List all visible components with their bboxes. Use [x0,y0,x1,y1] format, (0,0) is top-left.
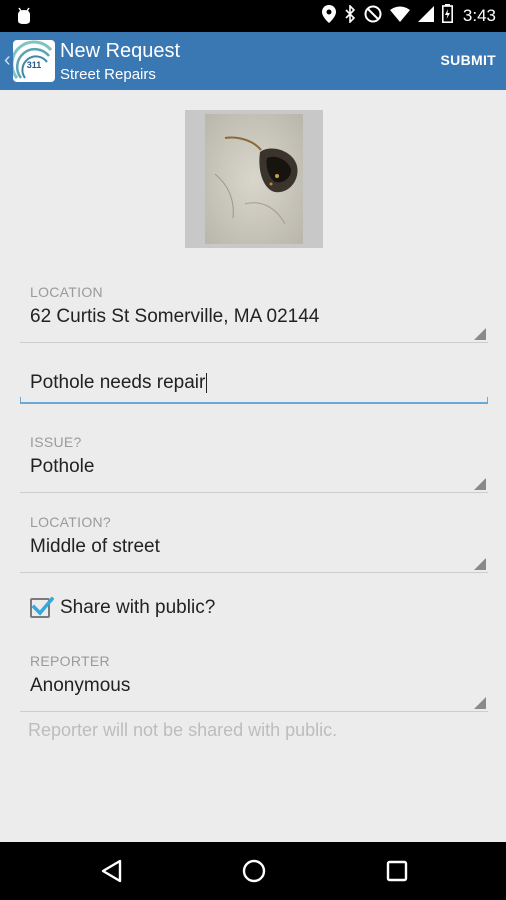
location-field[interactable]: LOCATION 62 Curtis St Somerville, MA 021… [20,284,488,344]
photo-thumbnail[interactable] [185,110,323,248]
recents-icon[interactable] [385,858,409,889]
back-icon[interactable] [100,858,124,889]
status-icons: 3:43 [321,0,496,32]
submit-button[interactable]: SUBMIT [441,52,496,68]
share-label: Share with public? [60,597,216,618]
navigation-bar [0,842,506,900]
location-label: LOCATION [30,284,103,300]
issue-location-value: Middle of street [30,536,160,557]
field-underline [20,572,488,573]
logo-text: 311 [26,60,42,70]
issue-field[interactable]: ISSUE? Pothole [20,434,488,494]
location-pin-icon [321,4,336,28]
issue-value: Pothole [30,456,95,477]
issue-location-label: LOCATION? [30,514,112,530]
home-icon[interactable] [241,858,267,889]
battery-icon [441,4,453,28]
field-underline [20,342,488,343]
reporter-label: REPORTER [30,653,110,669]
reporter-value: Anonymous [30,675,131,696]
dropdown-triangle-icon [474,697,486,709]
checkmark-icon [31,596,54,616]
dropdown-triangle-icon [474,558,486,570]
dropdown-triangle-icon [474,478,486,490]
action-bar: ‹ 311 New Request Street Repairs SUBMIT [0,32,506,90]
reporter-hint: Reporter will not be shared with public. [28,720,338,740]
issue-location-field[interactable]: LOCATION? Middle of street [20,514,488,574]
dropdown-triangle-icon [474,328,486,340]
status-time: 3:43 [462,6,496,25]
app-logo[interactable]: 311 [13,40,55,82]
page-subtitle: Street Repairs [60,66,156,83]
reporter-field[interactable]: REPORTER Anonymous [20,653,488,713]
location-value: 62 Curtis St Somerville, MA 02144 [30,306,320,327]
cell-signal-icon [417,5,434,27]
field-underline [20,711,488,712]
page-title: New Request [60,40,181,62]
description-input[interactable]: Pothole needs repair [20,364,488,404]
wifi-icon [389,6,410,27]
do-not-disturb-icon [364,5,382,28]
input-underline [20,402,488,404]
issue-label: ISSUE? [30,434,82,450]
text-cursor [206,372,208,393]
android-debug-icon [16,6,32,31]
share-checkbox[interactable] [30,596,54,618]
bluetooth-icon [344,3,356,28]
share-with-public-row[interactable]: Share with public? [30,594,215,622]
up-navigation-icon[interactable]: ‹ [4,49,11,72]
field-underline [20,492,488,493]
pothole-photo [205,114,303,244]
status-bar: 3:43 [0,0,506,32]
description-value: Pothole needs repair [30,372,208,393]
